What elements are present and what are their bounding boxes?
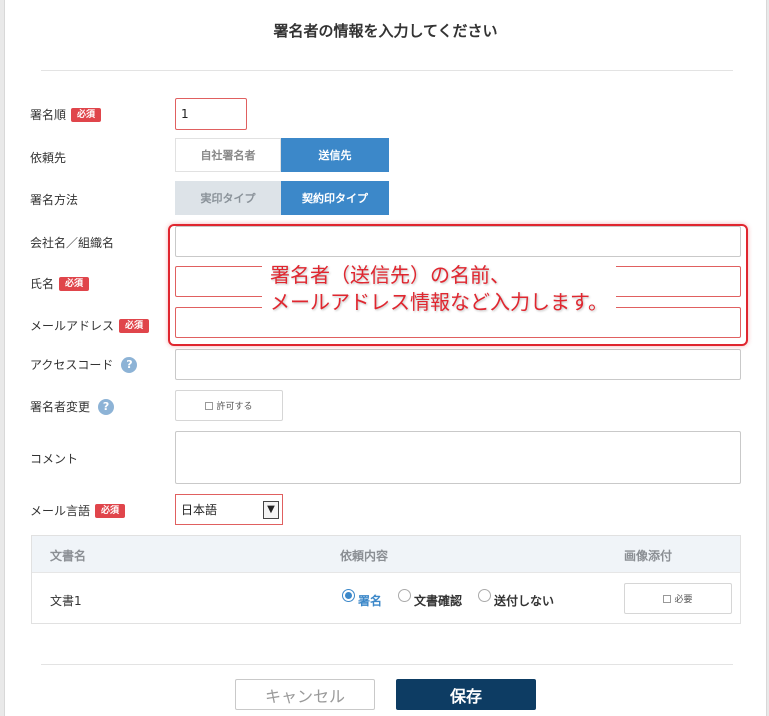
company-input[interactable] <box>175 226 741 257</box>
request-to-toggle: 自社署名者 送信先 <box>175 138 389 172</box>
dialog-title: 署名者の情報を入力してください <box>273 22 498 40</box>
access-code-label: アクセスコード <box>30 358 114 372</box>
radio-unchecked-icon <box>478 589 491 602</box>
cancel-button[interactable]: キャンセル <box>235 679 375 710</box>
image-attach-checkbox[interactable]: 必要 <box>624 583 732 614</box>
signer-change-label-row: 署名者変更 ? <box>30 398 115 415</box>
request-to-label: 依頼先 <box>30 151 67 165</box>
radio-checked-icon <box>342 589 355 602</box>
chevron-down-icon[interactable]: ▼ <box>263 500 279 519</box>
request-to-recipient-button[interactable]: 送信先 <box>281 138 389 172</box>
column-header-request-content: 依頼内容 <box>340 549 389 563</box>
image-attach-label: 必要 <box>674 595 693 605</box>
mail-language-label: メール言語 <box>30 504 91 518</box>
signer-change-label: 署名者変更 <box>30 400 91 414</box>
checkbox-icon <box>205 401 214 410</box>
documents-table-header: 文書名 依頼内容 画像添付 <box>32 536 740 573</box>
sign-method-contract-seal-button[interactable]: 契約印タイプ <box>281 181 389 215</box>
access-code-label-row: アクセスコード ? <box>30 356 138 373</box>
mail-language-select[interactable]: 日本語 ▼ <box>175 494 283 525</box>
email-label: メールアドレス <box>30 319 115 333</box>
annotation-text: 署名者（送信先）の名前、 メールアドレス情報など入力します。 <box>262 260 616 318</box>
comment-label: コメント <box>30 452 79 466</box>
mail-language-value: 日本語 <box>181 503 218 517</box>
radio-unchecked-icon <box>398 589 411 602</box>
required-badge: 必須 <box>95 503 126 518</box>
name-label-row: 氏名 必須 <box>30 275 90 292</box>
document-name: 文書1 <box>50 594 82 608</box>
required-badge: 必須 <box>71 107 102 122</box>
signer-change-checkbox[interactable]: 許可する <box>175 390 283 421</box>
sign-order-label-row: 署名順 必須 <box>30 106 102 123</box>
signer-change-checkbox-label: 許可する <box>216 402 253 412</box>
sign-method-jitsuin-button[interactable]: 実印タイプ <box>175 181 281 215</box>
radio-sign[interactable]: 署名 <box>342 589 383 609</box>
save-button[interactable]: 保存 <box>396 679 536 710</box>
help-icon[interactable]: ? <box>121 356 138 373</box>
required-badge: 必須 <box>59 276 90 291</box>
sign-order-label: 署名順 <box>30 108 67 122</box>
sign-method-toggle: 実印タイプ 契約印タイプ <box>175 181 389 215</box>
signer-info-dialog: 署名者の情報を入力してください 署名順 必須 1 依頼先 自社署名者 送信先 署… <box>4 0 767 716</box>
name-label: 氏名 <box>30 277 55 291</box>
company-label: 会社名／組織名 <box>30 236 115 250</box>
divider-bottom <box>41 664 733 665</box>
radio-confirm-document-label: 文書確認 <box>414 594 463 608</box>
column-header-image-attach: 画像添付 <box>624 549 673 563</box>
comment-textarea[interactable] <box>175 431 741 484</box>
help-icon[interactable]: ? <box>98 398 115 415</box>
access-code-input[interactable] <box>175 349 741 380</box>
radio-confirm-document[interactable]: 文書確認 <box>398 589 463 609</box>
sign-method-label: 署名方法 <box>30 193 79 207</box>
required-badge: 必須 <box>119 318 150 333</box>
radio-sign-label: 署名 <box>358 594 383 608</box>
column-header-document-name: 文書名 <box>50 549 87 563</box>
table-row: 文書1 署名 文書確認 送付しない 必要 <box>32 573 740 624</box>
sign-order-input[interactable]: 1 <box>175 98 247 130</box>
checkbox-icon <box>663 594 672 603</box>
request-to-own-signer-button[interactable]: 自社署名者 <box>175 138 281 172</box>
divider-top <box>41 70 733 71</box>
radio-do-not-send-label: 送付しない <box>494 594 555 608</box>
radio-do-not-send[interactable]: 送付しない <box>478 589 555 609</box>
documents-table: 文書名 依頼内容 画像添付 文書1 署名 文書確認 送付しない 必要 <box>31 535 741 624</box>
mail-language-label-row: メール言語 必須 <box>30 502 126 519</box>
email-label-row: メールアドレス 必須 <box>30 317 150 334</box>
